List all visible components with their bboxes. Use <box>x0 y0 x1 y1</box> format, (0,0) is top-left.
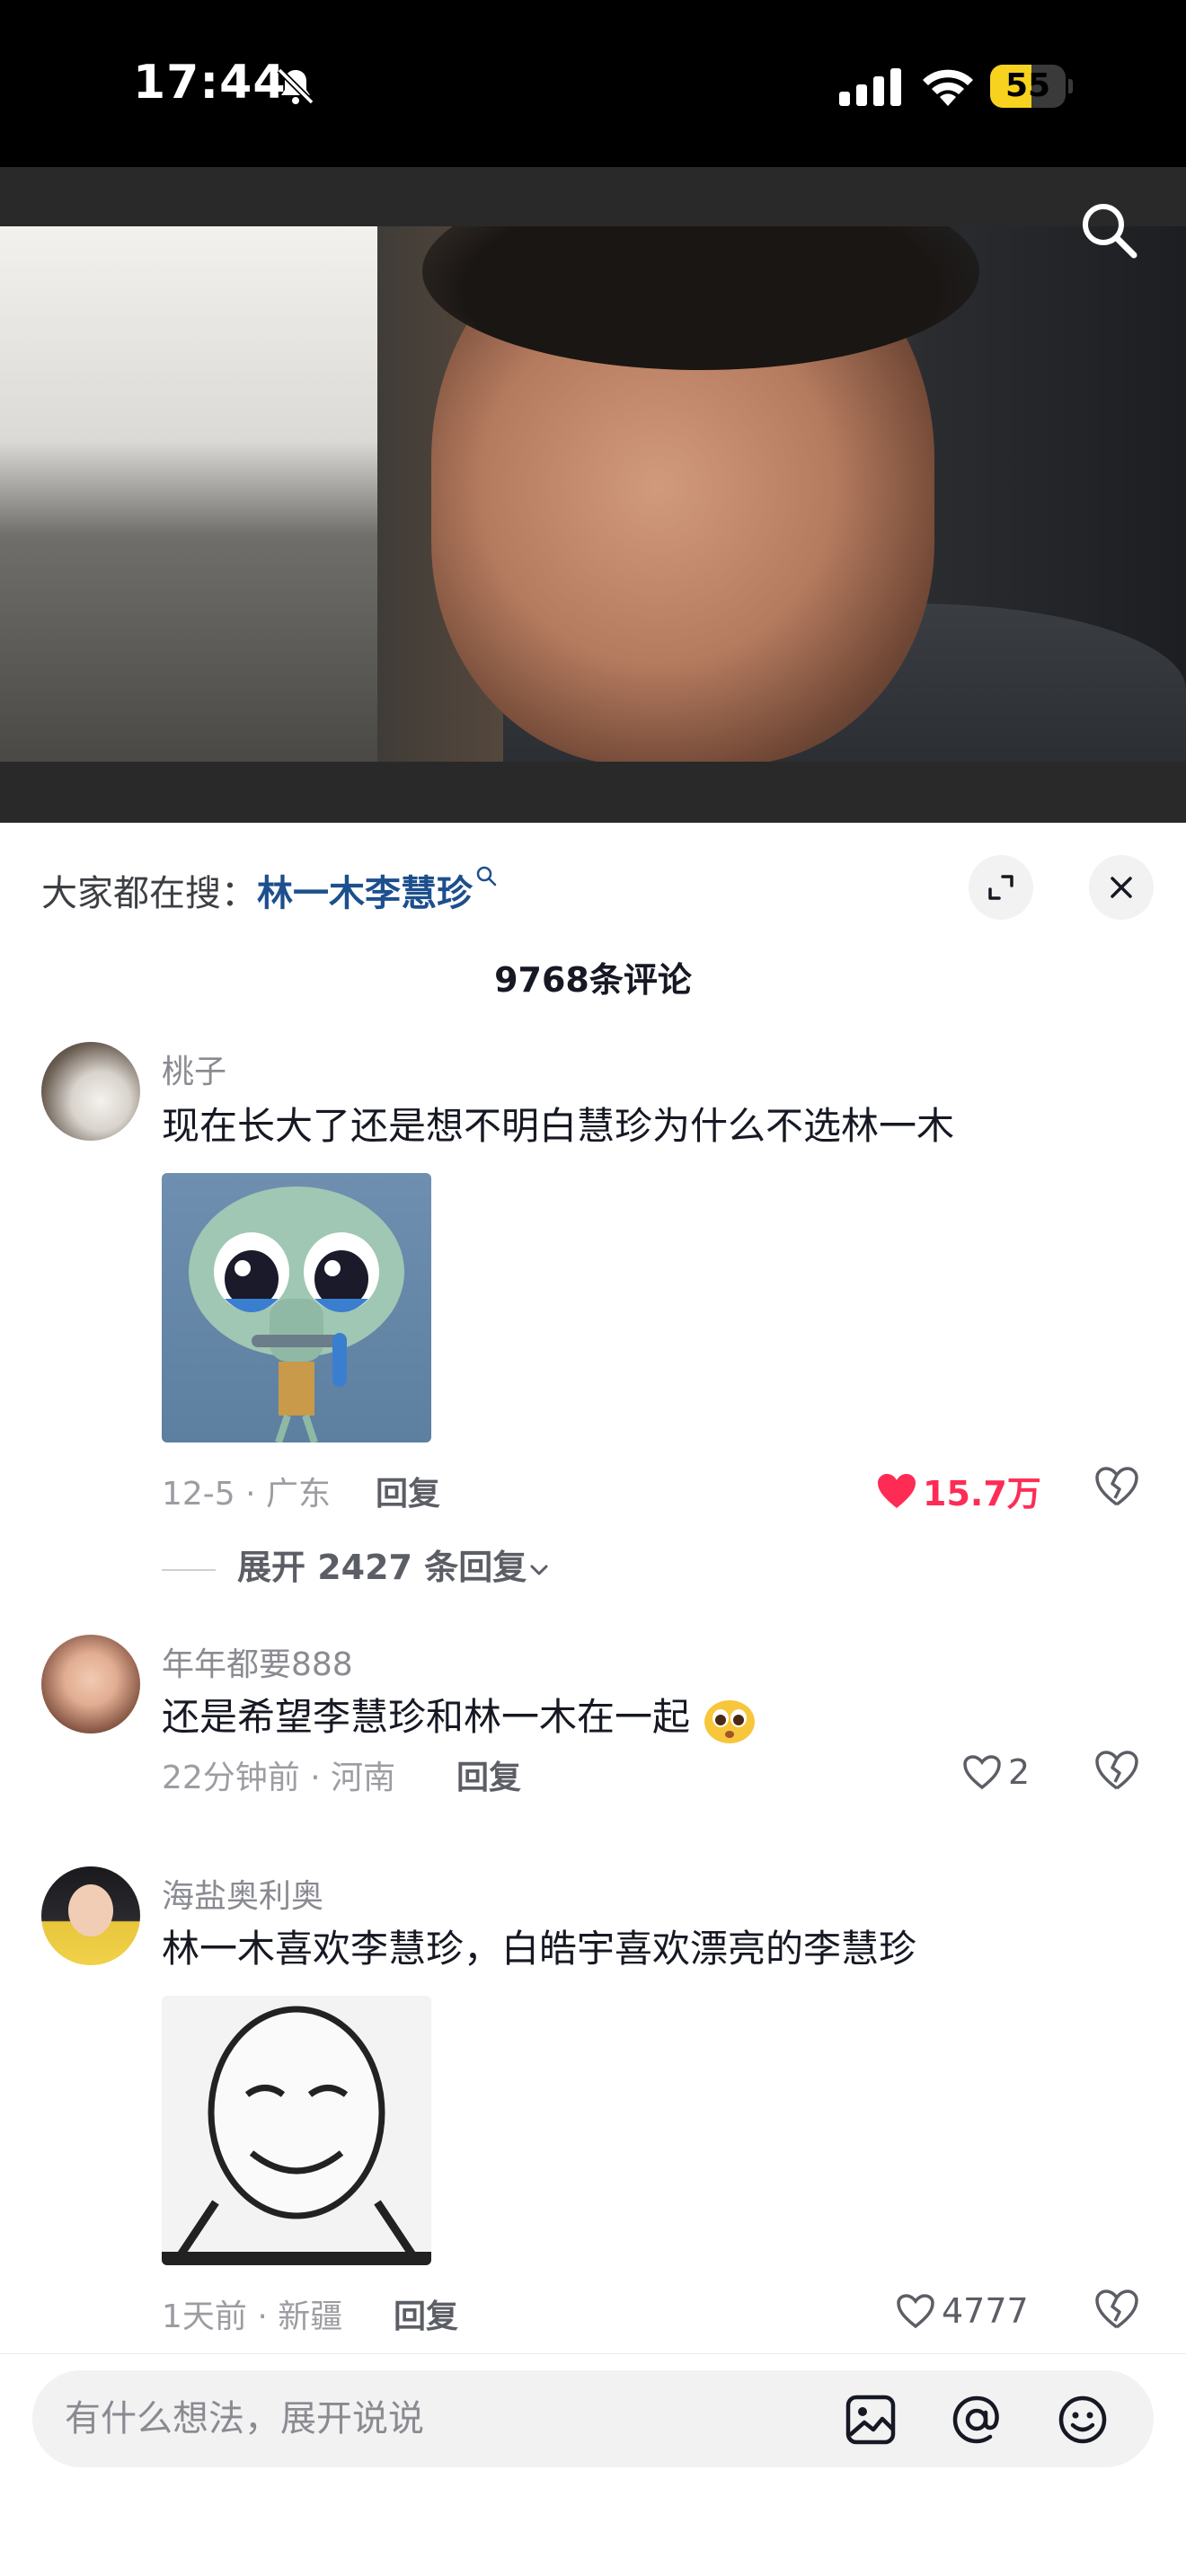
like-count: 2 <box>1008 1751 1031 1792</box>
like-count: 15.7万 <box>923 1474 1041 1513</box>
video-player[interactable] <box>0 167 1186 823</box>
at-mention-icon[interactable] <box>951 2394 1003 2446</box>
battery-icon: 55 <box>990 65 1073 108</box>
heart-outline-icon <box>963 1754 1001 1789</box>
hot-search-prefix: 大家都在搜： <box>41 873 257 914</box>
avatar[interactable] <box>41 1042 140 1141</box>
heart-outline-icon <box>897 2293 934 2328</box>
chevron-down-icon <box>530 1565 548 1575</box>
expand-icon <box>988 875 1013 900</box>
expand-replies-label: 展开 2427 条回复 <box>237 1548 527 1587</box>
comment-text: 还是希望李慧珍和林一木在一起 <box>162 1687 757 1745</box>
comment-meta: 12-5 · 广东 <box>162 1476 332 1513</box>
comment-username[interactable]: 海盐奥利奥 <box>162 1870 323 1917</box>
search-icon[interactable] <box>1076 198 1141 262</box>
status-time: 17:44 <box>133 56 287 110</box>
comment-sticker-image[interactable] <box>162 1173 431 1442</box>
hot-search-suggestion[interactable]: 大家都在搜：林一木李慧珍 <box>41 864 498 916</box>
cellular-signal-icon <box>839 68 901 106</box>
heart-filled-icon <box>878 1473 916 1508</box>
comment-input-bar <box>0 2353 1186 2576</box>
comment-meta: 22分钟前 · 河南 <box>162 1760 396 1796</box>
expand-button[interactable] <box>969 855 1033 920</box>
comment-input-container[interactable] <box>32 2370 1154 2467</box>
reply-button[interactable]: 回复 <box>394 2290 458 2337</box>
image-icon[interactable] <box>845 2394 897 2446</box>
bell-slash-icon <box>277 67 314 105</box>
reply-button[interactable]: 回复 <box>376 1468 440 1514</box>
smiling-face-sticker <box>162 2006 431 2265</box>
comment-item: 海盐奥利奥 林一木喜欢李慧珍，白皓宇喜欢漂亮的李慧珍 1天前 · 新疆 回复 4… <box>0 1866 1186 2335</box>
comment-text-content: 还是希望李慧珍和林一木在一起 <box>162 1695 691 1739</box>
battery-percentage: 55 <box>1005 67 1051 104</box>
hot-search-term[interactable]: 林一木李慧珍 <box>257 873 473 914</box>
dislike-broken-heart-icon[interactable] <box>1094 1750 1139 1791</box>
like-button[interactable]: 15.7万 <box>876 1466 1041 1513</box>
video-frame[interactable] <box>0 226 1186 762</box>
avatar[interactable] <box>41 1866 140 1965</box>
comments-panel: 大家都在搜：林一木李慧珍 9768条评论 桃子 现在长大了还是想不明白慧珍为什么… <box>0 823 1186 2576</box>
status-bar: 17:44 55 <box>0 0 1186 167</box>
avatar[interactable] <box>41 1635 140 1734</box>
comment-input[interactable] <box>65 2370 783 2467</box>
expand-replies-button[interactable]: 展开 2427 条回复 <box>162 1539 552 1589</box>
comment-item: 年年都要888 还是希望李慧珍和林一木在一起 22分钟前 · 河南 回复 2 <box>0 1635 1186 1832</box>
comment-text: 现在长大了还是想不明白慧珍为什么不选林一木 <box>162 1104 955 1148</box>
dislike-broken-heart-icon[interactable] <box>1094 1466 1139 1507</box>
emoji-icon[interactable] <box>1057 2394 1109 2446</box>
comment-meta: 1天前 · 新疆 <box>162 2298 343 2335</box>
small-search-icon <box>476 866 497 887</box>
crying-squidward-sticker <box>189 1187 404 1442</box>
close-icon <box>1111 877 1132 898</box>
like-button[interactable]: 2 <box>961 1750 1030 1793</box>
wifi-icon <box>923 69 973 106</box>
comment-text: 林一木喜欢李慧珍，白皓宇喜欢漂亮的李慧珍 <box>162 1927 917 1971</box>
pleading-face-emoji-icon <box>704 1699 756 1743</box>
dislike-broken-heart-icon[interactable] <box>1094 2289 1139 2330</box>
comment-sticker-image[interactable] <box>162 1996 431 2265</box>
comment-username[interactable]: 桃子 <box>162 1045 226 1092</box>
like-count: 4777 <box>942 2290 1029 2331</box>
like-button[interactable]: 4777 <box>895 2289 1029 2332</box>
close-button[interactable] <box>1089 855 1154 920</box>
comment-username[interactable]: 年年都要888 <box>162 1638 353 1685</box>
comment-count: 9768条评论 <box>494 960 692 1000</box>
reply-button[interactable]: 回复 <box>456 1751 521 1798</box>
comment-item: 桃子 现在长大了还是想不明白慧珍为什么不选林一木 12-5 · 广东 回复 15… <box>0 1042 1186 1587</box>
